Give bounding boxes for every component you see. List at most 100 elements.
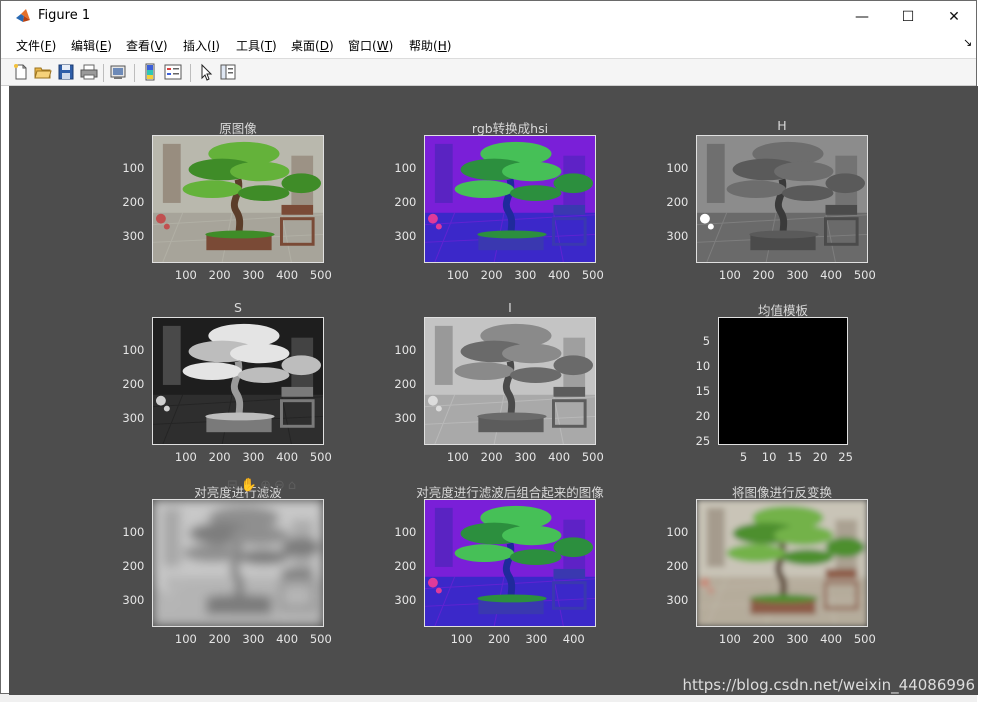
toolbar-separator <box>134 64 135 82</box>
y-tick-label: 200 <box>666 559 689 574</box>
menu-desktop[interactable]: 桌面(D) <box>291 37 334 54</box>
menu-file[interactable]: 文件(F) <box>16 37 56 54</box>
subplot-image[interactable] <box>152 135 324 263</box>
menu-edit[interactable]: 编辑(E) <box>71 37 112 54</box>
x-tick-label: 100 <box>446 450 469 464</box>
x-tick-label: 500 <box>581 450 604 464</box>
maximize-button[interactable]: ☐ <box>885 1 931 32</box>
subplot-title: S <box>234 300 242 315</box>
x-tick-label: 300 <box>514 450 537 464</box>
toolbar-separator <box>190 64 191 82</box>
figure-window: Figure 1 — ☐ ✕ 文件(F) 编辑(E) 查看(V) 插入(I) 工… <box>0 0 978 695</box>
x-tick-label: 400 <box>548 450 571 464</box>
x-tick-label: 400 <box>820 632 843 646</box>
x-tick-label: 200 <box>480 450 503 464</box>
x-tick-label: 300 <box>242 268 265 282</box>
subplot-image[interactable] <box>696 499 868 627</box>
x-tick-label: 400 <box>820 268 843 282</box>
y-tick-label: 100 <box>394 343 417 358</box>
y-tick-label: 300 <box>122 593 145 608</box>
insert-legend-icon[interactable] <box>164 63 182 81</box>
subplot-image[interactable] <box>152 499 324 627</box>
matlab-logo-icon <box>16 9 30 22</box>
y-tick-label: 100 <box>122 525 145 540</box>
y-tick-label: 300 <box>394 593 417 608</box>
menu-insert[interactable]: 插入(I) <box>183 37 220 54</box>
menu-tools[interactable]: 工具(T) <box>236 37 277 54</box>
y-tick-label: 100 <box>122 343 145 358</box>
y-tick-label: 200 <box>394 195 417 210</box>
watermark: https://blog.csdn.net/weixin_44086996 <box>682 676 975 694</box>
x-tick-label: 400 <box>276 450 299 464</box>
x-tick-label: 200 <box>208 632 231 646</box>
dock-arrow-icon[interactable]: ↘ <box>963 36 972 49</box>
y-tick-label: 200 <box>122 195 145 210</box>
y-tick-label: 5 <box>702 334 711 349</box>
figure-toolbar <box>1 58 976 86</box>
subplot-image[interactable] <box>718 317 848 445</box>
x-tick-label: 300 <box>525 632 548 646</box>
menu-help[interactable]: 帮助(H) <box>409 37 451 54</box>
x-tick-label: 400 <box>276 632 299 646</box>
axes-toolbar[interactable]: ⊟✋⊕⊖⌂ <box>227 478 299 493</box>
menu-view[interactable]: 查看(V) <box>126 37 168 54</box>
x-tick-label: 10 <box>761 450 777 464</box>
x-tick-label: 200 <box>480 268 503 282</box>
x-tick-label: 25 <box>838 450 853 464</box>
new-figure-icon[interactable] <box>12 63 30 81</box>
y-tick-label: 100 <box>666 525 689 540</box>
subplot-image[interactable] <box>424 135 596 263</box>
y-tick-label: 100 <box>666 161 689 176</box>
link-plot-icon[interactable] <box>109 63 127 81</box>
toolbar-separator <box>103 64 104 82</box>
maximize-icon: ☐ <box>901 8 915 25</box>
x-tick-label: 20 <box>812 450 828 464</box>
x-tick-label: 100 <box>174 450 197 464</box>
menu-bar: 文件(F) 编辑(E) 查看(V) 插入(I) 工具(T) 桌面(D) 窗口(W… <box>1 32 976 57</box>
save-icon[interactable] <box>57 63 75 81</box>
close-icon: ✕ <box>948 8 960 25</box>
subplot-image[interactable] <box>424 499 596 627</box>
x-tick-label: 100 <box>174 268 197 282</box>
menu-window[interactable]: 窗口(W) <box>348 37 393 54</box>
x-tick-label: 400 <box>562 632 585 646</box>
y-tick-label: 300 <box>666 593 689 608</box>
subplot-image[interactable] <box>152 317 324 445</box>
x-tick-label: 5 <box>739 450 748 464</box>
subplot-image[interactable] <box>424 317 596 445</box>
subplot-title: H <box>777 118 787 133</box>
y-tick-label: 200 <box>122 377 145 392</box>
x-tick-label: 200 <box>208 450 231 464</box>
desktop-background <box>977 0 985 702</box>
minimize-button[interactable]: — <box>839 1 885 32</box>
edit-plot-icon[interactable] <box>197 63 215 81</box>
print-icon[interactable] <box>80 63 98 81</box>
y-tick-label: 200 <box>122 559 145 574</box>
y-tick-label: 20 <box>695 409 711 424</box>
minimize-icon: — <box>855 8 869 25</box>
x-tick-label: 300 <box>786 268 809 282</box>
plot-browser-icon[interactable] <box>219 63 237 81</box>
open-file-icon[interactable] <box>34 63 52 81</box>
figure-canvas[interactable]: 原图像 100 200 300 400 500 100 200 300 rgb转换成hsi <box>9 86 978 695</box>
close-button[interactable]: ✕ <box>931 1 977 32</box>
y-tick-label: 200 <box>394 377 417 392</box>
x-tick-label: 500 <box>853 632 876 646</box>
window-title: Figure 1 <box>38 8 91 23</box>
subplot-title: I <box>508 300 512 315</box>
x-tick-label: 500 <box>309 450 332 464</box>
x-tick-label: 400 <box>548 268 571 282</box>
x-tick-label: 300 <box>242 632 265 646</box>
x-tick-label: 500 <box>309 268 332 282</box>
y-tick-label: 25 <box>695 434 711 449</box>
x-tick-label: 200 <box>487 632 510 646</box>
insert-colorbar-icon[interactable] <box>141 63 159 81</box>
title-bar[interactable]: Figure 1 — ☐ ✕ <box>1 1 976 32</box>
x-tick-label: 100 <box>718 632 741 646</box>
y-tick-label: 15 <box>695 384 711 399</box>
subplot-image[interactable] <box>696 135 868 263</box>
x-tick-label: 500 <box>309 632 332 646</box>
y-tick-label: 10 <box>695 359 711 374</box>
x-tick-label: 200 <box>752 632 775 646</box>
y-tick-label: 100 <box>394 161 417 176</box>
